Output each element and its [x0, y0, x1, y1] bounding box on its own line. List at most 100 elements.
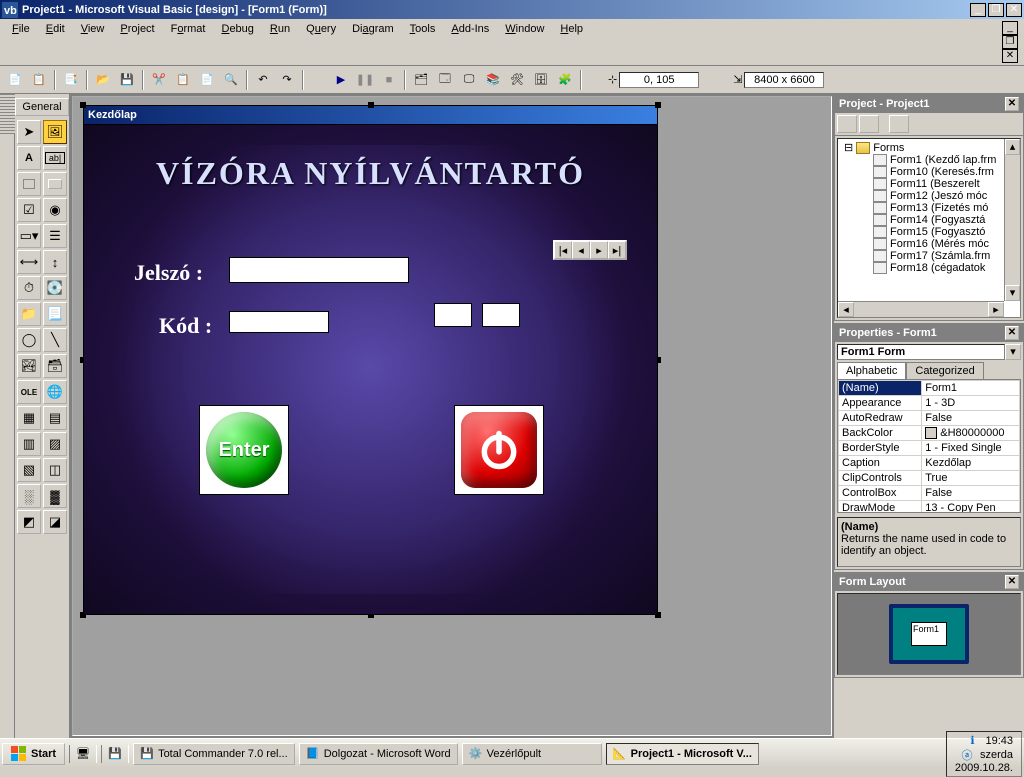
menu-file[interactable]: File: [6, 21, 36, 63]
tree-form-item[interactable]: Form10 (Keresés.frm: [860, 166, 1020, 178]
nav-prev-button[interactable]: ◂: [572, 241, 590, 259]
layout-preview[interactable]: Form1: [837, 593, 1021, 675]
menu-edit[interactable]: Edit: [40, 21, 71, 63]
find-button[interactable]: 🔍: [220, 69, 242, 91]
timer-tool[interactable]: ⏱: [17, 276, 41, 300]
pointer-tool[interactable]: ➤: [17, 120, 41, 144]
minimize-button[interactable]: _: [970, 3, 986, 17]
tree-vscrollbar[interactable]: ▴ ▾: [1004, 139, 1020, 301]
nav-next-button[interactable]: ▸: [590, 241, 608, 259]
tray-info-icon[interactable]: ℹ: [965, 734, 979, 748]
toolbox-header[interactable]: General: [15, 98, 69, 116]
start-button[interactable]: ▶: [330, 69, 352, 91]
dirlistbox-tool[interactable]: 📁: [17, 302, 41, 326]
menu-run[interactable]: Run: [264, 21, 296, 63]
copy-button[interactable]: 📋: [172, 69, 194, 91]
paste-button[interactable]: 📄: [196, 69, 218, 91]
add-project-button[interactable]: 📄: [4, 69, 26, 91]
tree-form-item[interactable]: Form15 (Fogyasztó: [860, 226, 1020, 238]
nav-first-button[interactable]: |◂: [554, 241, 572, 259]
mdi-minimize-button[interactable]: _: [1002, 21, 1018, 35]
filelistbox-tool[interactable]: 📃: [43, 302, 67, 326]
tool-extra4[interactable]: ▨: [43, 432, 67, 456]
combobox-tool[interactable]: ▭▾: [17, 224, 41, 248]
tool-extra3[interactable]: ▥: [17, 432, 41, 456]
tool-extra1[interactable]: ▦: [17, 406, 41, 430]
toolbox-button[interactable]: 🛠: [506, 69, 528, 91]
form-designer[interactable]: Kezdőlap VÍZÓRA NYÍLVÁNTARTÓ Jelszó : Kó…: [70, 94, 834, 738]
tool-extra9[interactable]: ◩: [17, 510, 41, 534]
shape-tool[interactable]: ◯: [17, 328, 41, 352]
password-field[interactable]: [229, 257, 409, 283]
data-tool[interactable]: 🗃: [43, 354, 67, 378]
property-grid[interactable]: (Name)Form1Appearance1 - 3DAutoRedrawFal…: [837, 379, 1021, 513]
frame-tool[interactable]: [17, 172, 41, 196]
end-button[interactable]: ■: [378, 69, 400, 91]
tool-extra8[interactable]: ▓: [43, 484, 67, 508]
property-row[interactable]: DrawMode13 - Copy Pen: [839, 501, 1020, 513]
project-explorer-button[interactable]: 🗂: [410, 69, 432, 91]
drivelistbox-tool[interactable]: 💽: [43, 276, 67, 300]
aux-field-2[interactable]: [482, 303, 520, 327]
tree-folder[interactable]: Forms: [873, 142, 904, 154]
tool-extra10[interactable]: ◪: [43, 510, 67, 534]
tree-form-item[interactable]: Form11 (Beszerelt: [860, 178, 1020, 190]
checkbox-tool[interactable]: ☑: [17, 198, 41, 222]
line-tool[interactable]: ╲: [43, 328, 67, 352]
layout-form-thumb[interactable]: Form1: [911, 622, 947, 646]
property-row[interactable]: Appearance1 - 3D: [839, 396, 1020, 411]
object-combo[interactable]: [837, 344, 1005, 360]
tree-form-item[interactable]: Form17 (Számla.frm: [860, 250, 1020, 262]
save-button[interactable]: 💾: [116, 69, 138, 91]
view-code-button[interactable]: [837, 115, 857, 133]
properties-close-button[interactable]: ✕: [1005, 326, 1019, 340]
menu-format[interactable]: Format: [165, 21, 212, 63]
tree-form-item[interactable]: Form1 (Kezdő lap.frm: [860, 154, 1020, 166]
menu-addins[interactable]: Add-Ins: [445, 21, 495, 63]
property-row[interactable]: AutoRedrawFalse: [839, 411, 1020, 426]
property-row[interactable]: CaptionKezdőlap: [839, 456, 1020, 471]
menu-tools[interactable]: Tools: [404, 21, 442, 63]
tab-categorized[interactable]: Categorized: [906, 362, 983, 379]
start-button-taskbar[interactable]: Start: [2, 743, 65, 765]
picturebox-tool[interactable]: 🖼: [43, 120, 67, 144]
ole-tool[interactable]: OLE: [17, 380, 41, 404]
open-button[interactable]: 📂: [92, 69, 114, 91]
tab-alphabetic[interactable]: Alphabetic: [837, 362, 906, 379]
label-tool[interactable]: A: [17, 146, 41, 170]
tool-extra7[interactable]: ░: [17, 484, 41, 508]
toggle-folders-button[interactable]: [889, 115, 909, 133]
form-layout-button[interactable]: 🖵: [458, 69, 480, 91]
ql-save-icon[interactable]: 💾: [106, 745, 124, 763]
taskbar-item[interactable]: 📘Dolgozat - Microsoft Word: [299, 743, 458, 765]
taskbar-item[interactable]: ⚙️Vezérlőpult: [462, 743, 602, 765]
optionbutton-tool[interactable]: ◉: [43, 198, 67, 222]
system-tray[interactable]: ℹ 19:43 ⓐ szerda 2009.10.28.: [946, 731, 1022, 777]
layout-close-button[interactable]: ✕: [1005, 575, 1019, 589]
property-row[interactable]: BorderStyle1 - Fixed Single: [839, 441, 1020, 456]
commandbutton-tool[interactable]: [43, 172, 67, 196]
project-tree[interactable]: ⊟Forms Form1 (Kezdő lap.frmForm10 (Keres…: [837, 138, 1021, 318]
taskbar-item[interactable]: 📐Project1 - Microsoft V...: [606, 743, 759, 765]
close-button[interactable]: ✕: [1006, 3, 1022, 17]
tree-hscrollbar[interactable]: ◂ ▸: [838, 301, 1004, 317]
mdi-restore-button[interactable]: ❐: [1002, 35, 1018, 49]
redo-button[interactable]: ↷: [276, 69, 298, 91]
tree-form-item[interactable]: Form18 (cégadatok: [860, 262, 1020, 274]
menu-project[interactable]: Project: [114, 21, 160, 63]
aux-field-1[interactable]: [434, 303, 472, 327]
tool-extra6[interactable]: ◫: [43, 458, 67, 482]
image-tool[interactable]: 🏞: [17, 354, 41, 378]
webbrowser-tool[interactable]: 🌐: [43, 380, 67, 404]
vscrollbar-tool[interactable]: ↕: [43, 250, 67, 274]
property-row[interactable]: ClipControlsTrue: [839, 471, 1020, 486]
undo-button[interactable]: ↶: [252, 69, 274, 91]
object-combo-dropdown[interactable]: ▾: [1005, 344, 1021, 360]
project-close-button[interactable]: ✕: [1005, 97, 1019, 111]
menu-window[interactable]: Window: [499, 21, 550, 63]
show-desktop-icon[interactable]: 🖥: [74, 745, 92, 763]
power-button[interactable]: [454, 405, 544, 495]
nav-last-button[interactable]: ▸|: [608, 241, 626, 259]
property-row[interactable]: (Name)Form1: [839, 381, 1020, 396]
menu-query[interactable]: Query: [300, 21, 342, 63]
